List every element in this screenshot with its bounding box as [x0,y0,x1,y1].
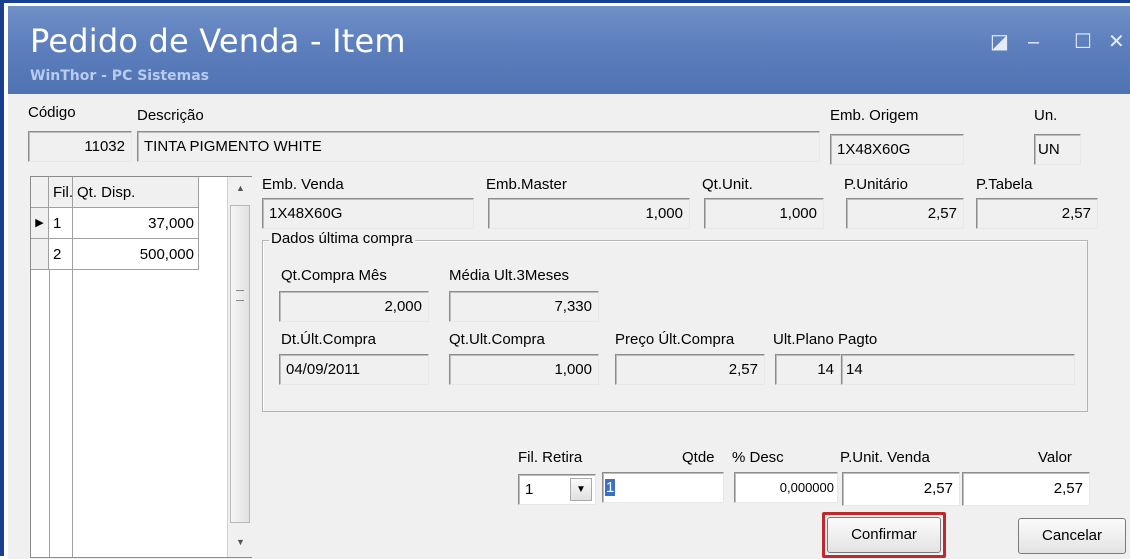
qt-compra-mes-field[interactable]: 2,000 [279,291,429,322]
un-label: Un. [1034,107,1058,124]
form-body: Código 11032 Descrição TINTA PIGMENTO WH… [8,94,1130,559]
grid-header-fil[interactable]: Fil. [49,177,73,208]
qt-unit-field[interactable]: 1,000 [704,198,824,229]
chevron-down-icon[interactable]: ▼ [570,478,592,501]
p-unitario-field[interactable]: 2,57 [846,198,964,229]
grid-corner [31,177,49,208]
grid-row-2-qt[interactable]: 500,000 [73,239,199,270]
qt-compra-mes-label: Qt.Compra Mês [281,267,387,284]
valor-label: Valor [1038,449,1072,466]
scroll-down-icon[interactable]: ▼ [228,537,253,547]
row-indicator-icon: ▶ [31,208,49,239]
qt-ult-compra-label: Qt.Ult.Compra [449,331,545,348]
p-unit-venda-field[interactable]: 2,57 [842,472,960,506]
close-icon[interactable]: ✕ [1108,32,1125,52]
emb-master-field[interactable]: 1,000 [488,198,690,229]
maximize-icon[interactable]: ☐ [1074,32,1092,52]
minimize-icon[interactable]: – [1028,32,1039,52]
row-indicator-blank [31,239,49,270]
preco-ult-compra-field[interactable]: 2,57 [615,354,765,385]
cancelar-button-label: Cancelar [1041,527,1103,544]
grid-row-1-qt[interactable]: 37,000 [73,208,199,239]
last-purchase-group-label: Dados última compra [269,230,415,247]
qtde-input[interactable]: 1 [602,472,724,503]
ult-plano-pagto-desc-field[interactable]: 14 [841,354,1075,385]
cancelar-button[interactable]: Cancelar [1018,518,1126,554]
p-unit-venda-label: P.Unit. Venda [840,449,930,466]
descricao-field[interactable]: TINTA PIGMENTO WHITE [137,131,820,162]
emb-origem-field[interactable]: 1X48X60G [830,134,964,165]
grid-row-1-fil[interactable]: 1 [49,208,73,239]
confirmar-button[interactable]: Confirmar [827,517,941,553]
descricao-label: Descrição [137,107,204,124]
emb-origem-label: Emb. Origem [830,107,919,124]
grid-fil-column [49,270,73,557]
window-title: Pedido de Venda - Item [30,22,406,60]
desc-field[interactable]: 0,000000 [734,472,838,503]
fil-retira-value: 1 [525,481,534,498]
p-tabela-field[interactable]: 2,57 [976,198,1098,229]
confirmar-button-label: Confirmar [851,526,917,543]
dt-ult-compra-field[interactable]: 04/09/2011 [279,354,429,385]
valor-field[interactable]: 2,57 [962,472,1090,506]
title-bar[interactable]: Pedido de Venda - Item WinThor - PC Sist… [8,6,1130,94]
fil-retira-select[interactable]: 1 ▼ [518,474,596,505]
dt-ult-compra-label: Dt.Últ.Compra [281,331,377,348]
qtde-value: 1 [605,479,616,496]
desc-label: % Desc [732,449,784,466]
stock-grid[interactable]: Fil. Qt. Disp. ▶ 1 37,000 2 500,000 ▲ ▼ [30,176,253,558]
scroll-up-icon[interactable]: ▲ [228,183,253,193]
emb-venda-label: Emb. Venda [262,176,344,193]
codigo-label: Código [28,104,76,121]
media-ult-3meses-label: Média Ult.3Meses [449,267,570,284]
grid-scrollbar[interactable]: ▲ ▼ [227,177,253,557]
un-field[interactable]: UN [1034,134,1081,165]
codigo-field[interactable]: 11032 [28,131,132,162]
scroll-thumb[interactable] [230,205,250,523]
grid-indicator-column [31,270,50,557]
fil-retira-label: Fil. Retira [518,449,583,466]
grid-row-2-fil[interactable]: 2 [49,239,73,270]
ult-plano-pagto-code-field[interactable]: 14 [775,354,841,385]
qt-ult-compra-field[interactable]: 1,000 [449,354,599,385]
ult-plano-pagto-label: Ult.Plano Pagto [773,331,878,348]
restore-icon[interactable]: ◪ [990,32,1009,52]
p-unitario-label: P.Unitário [844,176,908,193]
emb-master-label: Emb.Master [486,176,567,193]
media-ult-3meses-field[interactable]: 7,330 [449,291,599,322]
window-subtitle: WinThor - PC Sistemas [30,68,209,84]
last-purchase-group: Dados última compra Qt.Compra Mês 2,000 … [262,230,1088,412]
qtde-label: Qtde [682,449,715,466]
p-tabela-label: P.Tabela [976,176,1033,193]
thumb-grip-icon [236,290,244,301]
qt-unit-label: Qt.Unit. [702,176,753,193]
grid-header-qt-disp[interactable]: Qt. Disp. [73,177,199,208]
item-window: Pedido de Venda - Item WinThor - PC Sist… [0,0,1130,559]
emb-venda-field[interactable]: 1X48X60G [262,198,474,229]
preco-ult-compra-label: Preço Últ.Compra [615,331,735,348]
